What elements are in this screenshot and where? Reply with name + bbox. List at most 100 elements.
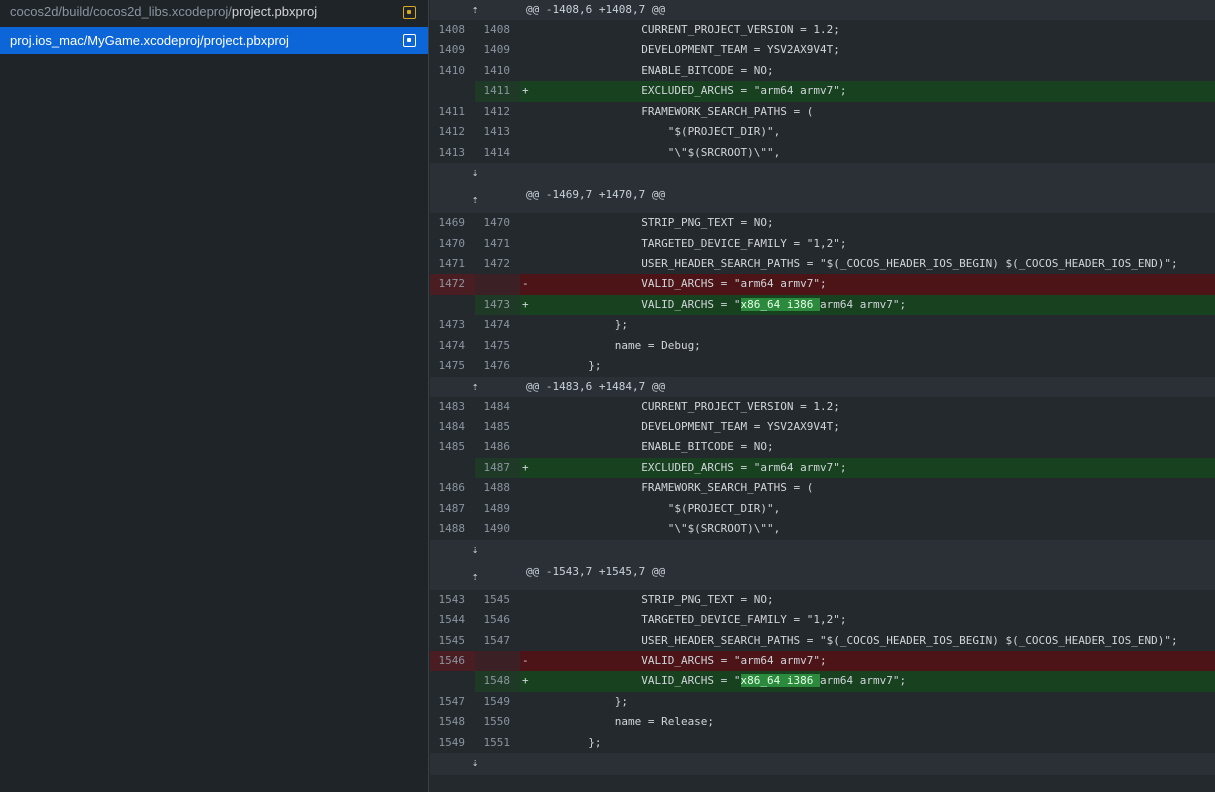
context-line: 1413 1414 "\"$(SRCROOT)\"", [430,143,1215,163]
new-line-number: 1413 [483,125,511,139]
expand-up-icon[interactable]: ⇡ [466,1,484,18]
new-line-number: 1545 [483,592,511,606]
new-line-number: 1486 [483,440,511,454]
context-line: 1548 1550 name = Release; [430,712,1215,732]
old-line-number: 1547 [438,694,466,708]
context-line: 1487 1489 "$(PROJECT_DIR)", [430,499,1215,519]
context-line: 1486 1488 FRAMEWORK_SEARCH_PATHS = ( [430,478,1215,498]
old-line-number: 1412 [438,125,466,139]
new-line-number: 1474 [483,318,511,332]
added-line: 1411 + EXCLUDED_ARCHS = "arm64 armv7"; [430,81,1215,102]
expand-gutter: ⇣ [430,753,520,776]
code-text: name = Release; [522,715,715,729]
old-line-number [430,671,475,692]
hunk-header: ⇡ @@ -1543,7 +1545,7 @@ [430,553,1215,590]
new-line-number: 1473 [475,294,520,316]
code-text: ENABLE_BITCODE = NO; [522,63,774,77]
code-text: DEVELOPMENT_TEAM = YSV2AX9V4T; [522,43,840,57]
new-line-number [475,650,520,672]
code-text: TARGETED_DEVICE_FAMILY = "1,2"; [522,613,847,627]
old-line-number: 1474 [438,338,466,352]
expand-fill [520,753,1215,776]
context-line: 1412 1413 "$(PROJECT_DIR)", [430,122,1215,142]
new-line-number: 1408 [483,23,511,36]
context-line: 1408 1408 CURRENT_PROJECT_VERSION = 1.2; [430,20,1215,40]
expand-up-icon[interactable]: ⇡ [466,568,484,585]
expand-gutter: ⇣ [430,539,520,556]
file-name: project.pbxproj [231,4,318,19]
code-text: USER_HEADER_SEARCH_PATHS = "$(_COCOS_HEA… [522,633,1178,647]
old-line-number: 1485 [438,440,466,454]
hunk-header-text: @@ -1469,7 +1470,7 @@ [520,177,1215,214]
new-line-number: 1485 [483,420,511,433]
code-text: STRIP_PNG_TEXT = NO; [522,592,774,606]
new-line-number: 1550 [483,715,511,729]
expand-up-icon[interactable]: ⇡ [466,191,484,208]
old-line-number: 1471 [438,256,466,270]
old-line-number: 1470 [438,236,466,250]
code-text: }; [522,359,602,373]
old-line-number: 1549 [438,735,466,749]
file-dir: cocos2d/build/cocos2d_libs.xcodeproj/ [10,4,232,19]
old-line-number: 1475 [438,359,466,373]
expand-down-icon[interactable]: ⇣ [466,754,484,771]
new-line-number: 1470 [483,216,511,230]
code-text: }; [522,694,628,708]
context-line: 1411 1412 FRAMEWORK_SEARCH_PATHS = ( [430,102,1215,122]
added-line: 1473 + VALID_ARCHS = "x86_64 i386 arm64 a… [430,294,1215,316]
old-line-number [430,457,475,479]
context-line: 1488 1490 "\"$(SRCROOT)\"", [430,519,1215,539]
old-line-number: 1483 [438,399,466,413]
context-line: 1547 1549 }; [430,692,1215,712]
context-line: 1469 1470 STRIP_PNG_TEXT = NO; [430,213,1215,233]
old-line-number: 1411 [438,104,466,118]
new-line-number: 1484 [483,399,511,413]
old-line-number: 1408 [438,23,466,36]
code-text: - VALID_ARCHS = "arm64 armv7"; [520,274,1215,295]
file-name: project.pbxproj [203,33,289,48]
code-text: - VALID_ARCHS = "arm64 armv7"; [520,650,1215,672]
expand-up-icon[interactable]: ⇡ [466,378,484,395]
code-text: "\"$(SRCROOT)\"", [522,522,781,536]
new-line-number: 1411 [475,81,520,102]
file-item-cocos2d-libs[interactable]: cocos2d/build/cocos2d_libs.xcodeproj/pro… [0,0,428,27]
code-text: CURRENT_PROJECT_VERSION = 1.2; [522,399,840,413]
context-line: 1543 1545 STRIP_PNG_TEXT = NO; [430,590,1215,610]
new-line-number: 1551 [483,735,511,749]
context-line: 1475 1476 }; [430,356,1215,376]
hunk-header: ⇡ @@ -1469,7 +1470,7 @@ [430,177,1215,214]
file-list-sidebar: cocos2d/build/cocos2d_libs.xcodeproj/pro… [0,0,429,792]
new-line-number: 1409 [483,43,511,57]
expand-row: ⇣ [430,753,1215,776]
new-line-number: 1549 [483,694,511,708]
old-line-number: 1545 [438,633,466,647]
new-line-number: 1490 [483,522,511,536]
new-line-number: 1475 [483,338,511,352]
code-text: + VALID_ARCHS = "x86_64 i386 arm64 armv7… [520,671,1215,692]
context-line: 1409 1409 DEVELOPMENT_TEAM = YSV2AX9V4T; [430,40,1215,60]
context-line: 1483 1484 CURRENT_PROJECT_VERSION = 1.2; [430,397,1215,417]
file-item-mygame[interactable]: proj.ios_mac/MyGame.xcodeproj/project.pb… [0,27,428,55]
old-line-number: 1488 [438,522,466,536]
code-text: }; [522,318,628,332]
added-line: 1487 + EXCLUDED_ARCHS = "arm64 armv7"; [430,457,1215,479]
removed-line: 1472 - VALID_ARCHS = "arm64 armv7"; [430,274,1215,295]
context-line: 1470 1471 TARGETED_DEVICE_FAMILY = "1,2"; [430,234,1215,254]
hunk-header-text: @@ -1483,6 +1484,7 @@ [520,376,1215,397]
new-line-number: 1410 [483,63,511,77]
old-line-number: 1409 [438,43,466,57]
new-line-number: 1548 [475,671,520,692]
context-line: 1471 1472 USER_HEADER_SEARCH_PATHS = "$(_… [430,254,1215,274]
old-line-number: 1548 [438,715,466,729]
hunk-gutter: ⇡ [430,177,520,214]
code-text: "\"$(SRCROOT)\"", [522,145,781,159]
old-line-number: 1472 [430,274,475,295]
diff-view: ⇡ @@ -1408,6 +1408,7 @@ 1408 1408 CURRENT_P… [430,0,1215,792]
code-text: USER_HEADER_SEARCH_PATHS = "$(_COCOS_HEA… [522,256,1178,270]
removed-line: 1546 - VALID_ARCHS = "arm64 armv7"; [430,650,1215,672]
new-line-number: 1489 [483,501,511,515]
new-line-number: 1487 [475,457,520,479]
old-line-number: 1486 [438,481,466,495]
new-line-number: 1488 [483,481,511,495]
new-line-number: 1476 [483,359,511,373]
